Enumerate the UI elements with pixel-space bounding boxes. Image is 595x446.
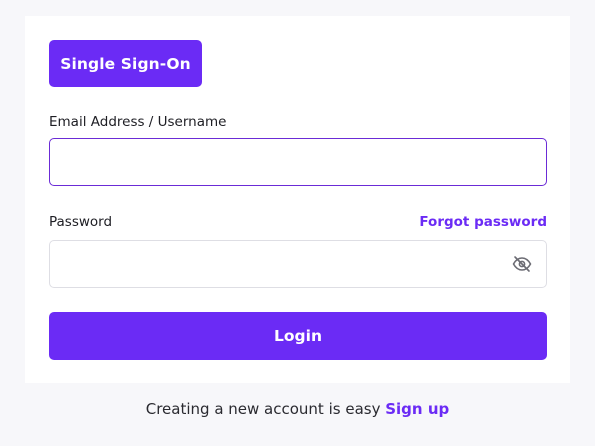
eye-off-icon[interactable] (512, 255, 532, 273)
signup-prompt: Creating a new account is easy Sign up (0, 400, 595, 418)
email-field[interactable] (49, 138, 547, 186)
login-card: Single Sign-On Email Address / Username … (25, 16, 570, 383)
single-sign-on-button[interactable]: Single Sign-On (49, 40, 202, 87)
sign-up-link[interactable]: Sign up (385, 400, 449, 418)
login-button[interactable]: Login (49, 312, 547, 360)
email-label: Email Address / Username (49, 114, 227, 130)
forgot-password-link[interactable]: Forgot password (419, 214, 547, 230)
signup-prompt-text: Creating a new account is easy (145, 400, 381, 418)
password-label: Password (49, 214, 113, 230)
password-field[interactable] (49, 240, 547, 288)
